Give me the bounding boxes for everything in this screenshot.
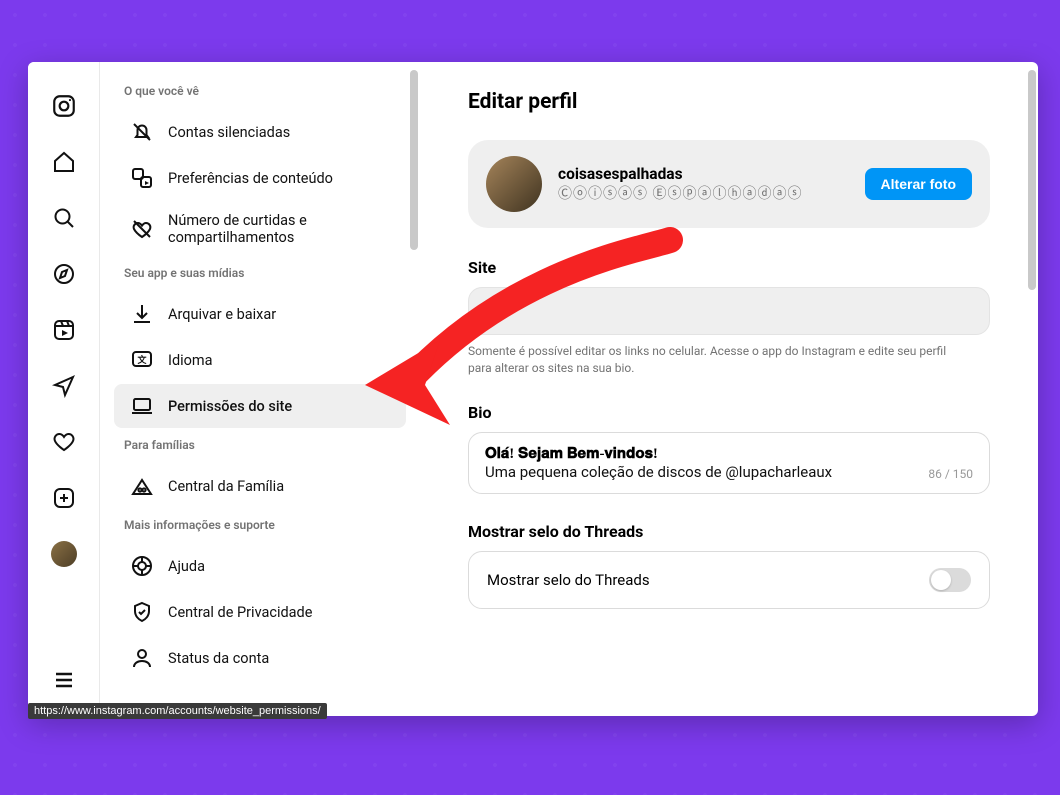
app-window: O que você vê Contas silenciadas Preferê… bbox=[28, 62, 1038, 716]
help-icon bbox=[130, 554, 154, 578]
threads-section-label: Mostrar selo do Threads bbox=[468, 522, 990, 541]
settings-item-label: Ajuda bbox=[168, 558, 205, 575]
settings-item-family-center[interactable]: Central da Família bbox=[114, 464, 406, 508]
section-title: Seu app e suas mídias bbox=[108, 258, 412, 290]
bio-line-1: 𝐎𝐥𝐚́! 𝐒𝐞𝐣𝐚𝐦 𝐁𝐞𝐦-𝐯𝐢𝐧𝐝𝐨𝐬! bbox=[485, 445, 973, 463]
settings-item-archive-download[interactable]: Arquivar e baixar bbox=[114, 292, 406, 336]
messages-icon[interactable] bbox=[50, 372, 78, 400]
settings-item-language[interactable]: 文 Idioma bbox=[114, 338, 406, 382]
section-title: O que você vê bbox=[108, 76, 412, 108]
privacy-shield-icon bbox=[130, 600, 154, 624]
svg-text:文: 文 bbox=[136, 354, 147, 366]
corner-mark bbox=[1030, 22, 1050, 42]
section-title: Mais informações e suporte bbox=[108, 510, 412, 542]
nav-rail bbox=[28, 62, 100, 716]
profile-card: coisasespalhadas Ⓒⓞⓘⓢⓐⓢ Ⓔⓢⓟⓐⓛⓗⓐⓓⓐⓢ Alter… bbox=[468, 140, 990, 228]
settings-item-like-counts[interactable]: Número de curtidas e compartilhamentos bbox=[114, 202, 406, 256]
settings-item-label: Contas silenciadas bbox=[168, 124, 290, 141]
home-icon[interactable] bbox=[50, 148, 78, 176]
notifications-icon[interactable] bbox=[50, 428, 78, 456]
menu-icon[interactable] bbox=[50, 666, 78, 694]
family-icon bbox=[130, 474, 154, 498]
settings-item-label: Central da Família bbox=[168, 478, 284, 495]
profile-avatar[interactable] bbox=[50, 540, 78, 568]
settings-item-content-prefs[interactable]: Preferências de conteúdo bbox=[114, 156, 406, 200]
settings-item-label: Status da conta bbox=[168, 650, 269, 667]
page-title: Editar perfil bbox=[468, 90, 990, 114]
content-pref-icon bbox=[130, 166, 154, 190]
settings-item-label: Idioma bbox=[168, 352, 213, 369]
person-icon bbox=[130, 646, 154, 670]
settings-sidebar: O que você vê Contas silenciadas Preferê… bbox=[100, 62, 420, 716]
main-panel: Editar perfil coisasespalhadas Ⓒⓞⓘⓢⓐⓢ Ⓔⓢ… bbox=[420, 62, 1038, 716]
settings-item-site-permissions[interactable]: Permissões do site bbox=[114, 384, 406, 428]
corner-mark bbox=[10, 753, 30, 773]
settings-item-label: Central de Privacidade bbox=[168, 604, 312, 621]
profile-avatar-large bbox=[486, 156, 542, 212]
laptop-icon bbox=[130, 394, 154, 418]
threads-toggle-card: Mostrar selo do Threads bbox=[468, 551, 990, 609]
threads-toggle[interactable] bbox=[929, 568, 971, 592]
profile-info: coisasespalhadas Ⓒⓞⓘⓢⓐⓢ Ⓔⓢⓟⓐⓛⓗⓐⓓⓐⓢ bbox=[558, 165, 849, 203]
download-icon bbox=[130, 302, 154, 326]
sidebar-scrollbar[interactable] bbox=[410, 70, 418, 250]
settings-item-muted-accounts[interactable]: Contas silenciadas bbox=[114, 110, 406, 154]
settings-item-label: Número de curtidas e compartilhamentos bbox=[168, 212, 390, 246]
corner-mark bbox=[1030, 753, 1050, 773]
status-bar-url: https://www.instagram.com/accounts/websi… bbox=[28, 703, 327, 719]
settings-item-label: Preferências de conteúdo bbox=[168, 170, 333, 187]
heart-slash-icon bbox=[130, 217, 154, 241]
bio-textarea[interactable]: 𝐎𝐥𝐚́! 𝐒𝐞𝐣𝐚𝐦 𝐁𝐞𝐦-𝐯𝐢𝐧𝐝𝐨𝐬! Uma pequena cole… bbox=[468, 432, 990, 494]
settings-item-privacy-center[interactable]: Central de Privacidade bbox=[114, 590, 406, 634]
settings-item-label: Permissões do site bbox=[168, 398, 292, 415]
create-icon[interactable] bbox=[50, 484, 78, 512]
settings-item-help[interactable]: Ajuda bbox=[114, 544, 406, 588]
settings-item-account-status[interactable]: Status da conta bbox=[114, 636, 406, 680]
corner-mark bbox=[10, 22, 30, 42]
bio-char-count: 86 / 150 bbox=[928, 467, 973, 481]
instagram-logo-icon[interactable] bbox=[50, 92, 78, 120]
explore-icon[interactable] bbox=[50, 260, 78, 288]
main-scrollbar[interactable] bbox=[1028, 70, 1036, 290]
threads-toggle-label: Mostrar selo do Threads bbox=[487, 571, 650, 589]
site-input: Site bbox=[468, 287, 990, 335]
language-icon: 文 bbox=[130, 348, 154, 372]
search-icon[interactable] bbox=[50, 204, 78, 232]
profile-displayname: Ⓒⓞⓘⓢⓐⓢ Ⓔⓢⓟⓐⓛⓗⓐⓓⓐⓢ bbox=[558, 183, 849, 203]
section-title: Para famílias bbox=[108, 430, 412, 462]
site-hint-text: Somente é possível editar os links no ce… bbox=[468, 343, 948, 377]
bell-slash-icon bbox=[130, 120, 154, 144]
change-photo-button[interactable]: Alterar foto bbox=[865, 168, 972, 200]
site-section-label: Site bbox=[468, 258, 990, 277]
bio-line-2: Uma pequena coleção de discos de @lupach… bbox=[485, 463, 973, 481]
bio-section-label: Bio bbox=[468, 403, 990, 422]
reels-icon[interactable] bbox=[50, 316, 78, 344]
profile-username: coisasespalhadas bbox=[558, 165, 849, 183]
settings-item-label: Arquivar e baixar bbox=[168, 306, 276, 323]
